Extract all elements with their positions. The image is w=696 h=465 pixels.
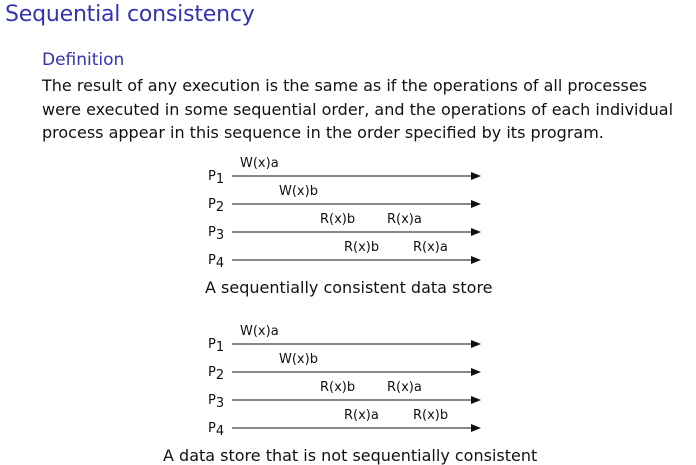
operation-label: R(x)a xyxy=(387,212,422,227)
timeline-diagrams: P1 W(x)a P2 W(x)b P3 R(x)b R(x)a P4 R(x)b R(x)a P… xyxy=(208,156,481,439)
diagram-caption-2: A data store that is not sequentially co… xyxy=(163,446,538,465)
diagram-not-sequentially-consistent: P1 W(x)a P2 W(x)b P3 R(x)b R(x)a P4 R(x)a R(x)b xyxy=(208,324,481,439)
diagram-sequentially-consistent: P1 W(x)a P2 W(x)b P3 R(x)b R(x)a P4 R(x)b R(x)a xyxy=(208,156,481,271)
process-label: P4 xyxy=(208,253,224,271)
diagram-caption-1: A sequentially consistent data store xyxy=(205,278,493,297)
operation-label: R(x)a xyxy=(413,240,448,255)
process-label: P1 xyxy=(208,169,224,187)
process-label: P2 xyxy=(208,365,224,383)
operation-label: R(x)b xyxy=(320,380,355,395)
process-label: P3 xyxy=(208,225,224,243)
operation-label: W(x)b xyxy=(279,184,318,199)
process-label: P3 xyxy=(208,393,224,411)
process-label: P1 xyxy=(208,337,224,355)
operation-label: R(x)a xyxy=(344,408,379,423)
operation-label: R(x)a xyxy=(387,380,422,395)
operation-label: R(x)b xyxy=(413,408,448,423)
operation-label: W(x)a xyxy=(240,324,279,339)
operation-label: R(x)b xyxy=(344,240,379,255)
operation-label: W(x)a xyxy=(240,156,279,171)
process-label: P2 xyxy=(208,197,224,215)
operation-label: W(x)b xyxy=(279,352,318,367)
operation-label: R(x)b xyxy=(320,212,355,227)
process-label: P4 xyxy=(208,421,224,439)
